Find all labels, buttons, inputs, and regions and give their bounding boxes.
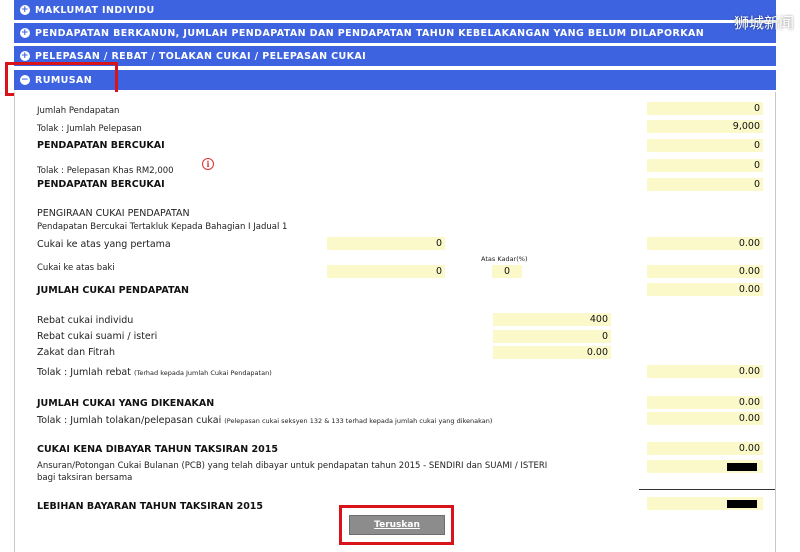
label-pendapatan-bercukai-2: PENDAPATAN BERCUKAI — [37, 179, 165, 190]
label-pelepasan-khas: Tolak : Pelepasan Khas RM2,000 — [37, 166, 174, 176]
label-jumlah-tolakan-text: Tolak : Jumlah tolakan/pelepasan cukai — [37, 415, 222, 426]
label-jumlah-pendapatan: Jumlah Pendapatan — [37, 106, 120, 116]
label-jumlah-dikenakan: JUMLAH CUKAI YANG DIKENAKAN — [37, 398, 215, 409]
label-jumlah-tolakan: Tolak : Jumlah tolakan/pelepasan cukai (… — [37, 415, 492, 426]
label-cukai-pertama: Cukai ke atas yang pertama — [37, 239, 171, 250]
label-ansuran-line2: bagi taksiran bersama — [37, 473, 133, 483]
note-jumlah-tolakan: (Pelepasan cukai seksyen 132 & 133 terha… — [224, 417, 493, 425]
field-rebat-individu[interactable]: 400 — [493, 313, 611, 326]
watermark-text: 狮城新闻 — [733, 14, 794, 32]
label-rebat-suami: Rebat cukai suami / isteri — [37, 331, 158, 342]
field-cukai-pertama[interactable]: 0.00 — [647, 237, 763, 250]
highlight-teruskan — [339, 505, 454, 545]
field-tolak-pelepasan[interactable]: 9,000 — [647, 120, 763, 133]
section-pendapatan-berkanun[interactable]: + PENDAPATAN BERKANUN, JUMLAH PENDAPATAN… — [14, 23, 776, 43]
label-zakat: Zakat dan Fitrah — [37, 347, 116, 358]
note-jumlah-rebat: (Terhad kepada Jumlah Cukai Pendapatan) — [133, 369, 272, 377]
section-pelepasan-rebat[interactable]: + PELEPASAN / REBAT / TOLAKAN CUKAI / PE… — [14, 46, 776, 66]
field-jumlah-cukai-pendapatan[interactable]: 0.00 — [647, 283, 763, 296]
field-jumlah-dikenakan[interactable]: 0.00 — [647, 396, 763, 409]
field-jumlah-pendapatan[interactable]: 0 — [647, 102, 763, 115]
label-cukai-kena-dibayar: CUKAI KENA DIBAYAR TAHUN TAKSIRAN 2015 — [37, 444, 278, 455]
label-tolak-pelepasan: Tolak : Jumlah Pelepasan — [37, 124, 142, 134]
expand-icon: + — [20, 28, 30, 38]
field-pelepasan-khas[interactable]: 0 — [647, 159, 763, 172]
divider — [639, 489, 775, 490]
redacted-value — [727, 463, 757, 471]
expand-icon: + — [20, 51, 30, 61]
highlight-rumusan — [5, 62, 118, 96]
field-jumlah-tolakan[interactable]: 0.00 — [647, 412, 763, 425]
section-label: PELEPASAN / REBAT / TOLAKAN CUKAI / PELE… — [35, 50, 367, 62]
label-jumlah-rebat-text: Tolak : Jumlah rebat — [37, 367, 131, 378]
section-label: PENDAPATAN BERKANUN, JUMLAH PENDAPATAN D… — [35, 27, 705, 39]
field-pendapatan-bercukai-2[interactable]: 0 — [647, 178, 763, 191]
field-zakat[interactable]: 0.00 — [493, 346, 611, 359]
field-rebat-suami[interactable]: 0 — [493, 330, 611, 343]
field-cukai-baki-amount[interactable]: 0 — [327, 265, 445, 278]
label-ansuran-line1: Ansuran/Potongan Cukai Bulanan (PCB) yan… — [37, 461, 548, 471]
label-pendapatan-bercukai: PENDAPATAN BERCUKAI — [37, 140, 165, 151]
field-cukai-pertama-amount[interactable]: 0 — [327, 237, 445, 250]
label-rebat-individu: Rebat cukai individu — [37, 315, 134, 326]
rumusan-panel: Jumlah Pendapatan 0 Tolak : Jumlah Pelep… — [14, 92, 776, 552]
section-maklumat-individu[interactable]: + MAKLUMAT INDIVIDU — [14, 0, 776, 20]
section-rumusan[interactable]: − RUMUSAN — [14, 70, 776, 90]
label-pengiraan-sub: Pendapatan Bercukai Tertakluk Kepada Bah… — [37, 222, 288, 232]
label-atas-kadar: Atas Kadar(%) — [481, 255, 528, 263]
field-cukai-kena-dibayar[interactable]: 0.00 — [647, 442, 763, 455]
field-cukai-baki[interactable]: 0.00 — [647, 265, 763, 278]
expand-icon: + — [20, 5, 30, 15]
info-icon[interactable]: i — [202, 158, 214, 170]
field-atas-kadar[interactable]: 0 — [492, 265, 522, 278]
label-pengiraan-title: PENGIRAAN CUKAI PENDAPATAN — [37, 208, 190, 219]
redacted-value — [727, 500, 757, 508]
label-cukai-baki: Cukai ke atas baki — [37, 263, 115, 273]
field-pendapatan-bercukai[interactable]: 0 — [647, 139, 763, 152]
field-jumlah-rebat[interactable]: 0.00 — [647, 365, 763, 378]
section-label: MAKLUMAT INDIVIDU — [35, 4, 155, 16]
label-jumlah-cukai-pendapatan: JUMLAH CUKAI PENDAPATAN — [37, 285, 189, 296]
label-jumlah-rebat: Tolak : Jumlah rebat (Terhad kepada Juml… — [37, 367, 272, 378]
label-lebihan-bayaran: LEBIHAN BAYARAN TAHUN TAKSIRAN 2015 — [37, 501, 264, 512]
